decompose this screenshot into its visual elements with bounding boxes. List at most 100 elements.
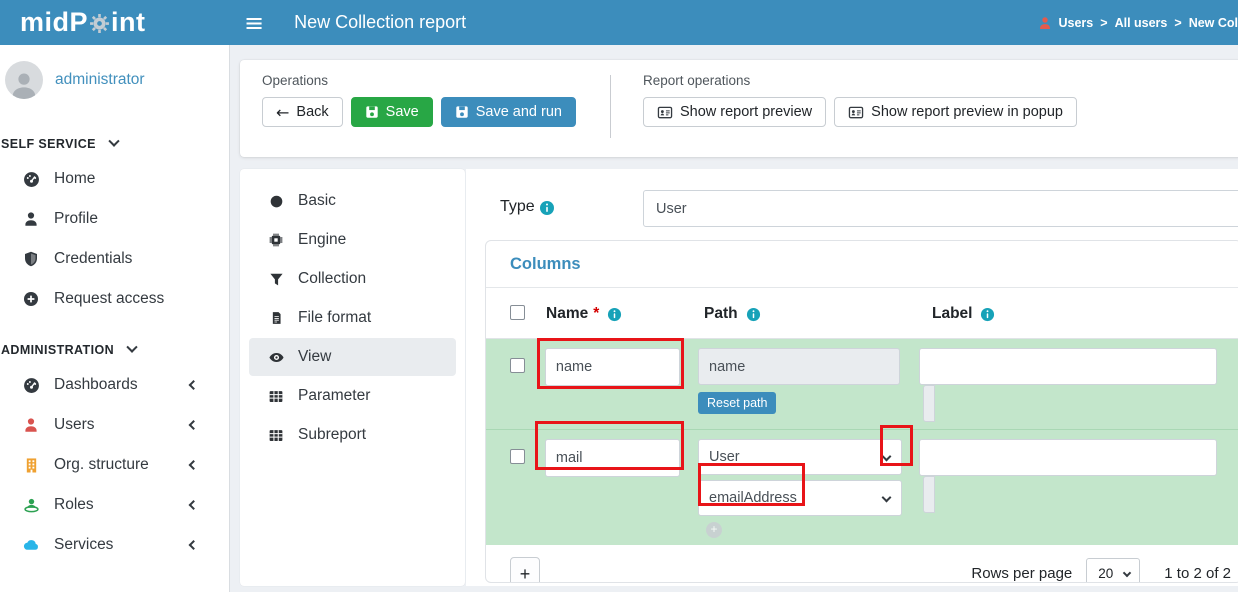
chevron-left-icon — [189, 540, 199, 550]
tab-label: View — [298, 348, 331, 366]
tab-label: Engine — [298, 231, 346, 249]
preview-card-icon — [657, 105, 673, 120]
select-all-checkbox[interactable] — [510, 305, 525, 320]
label-input[interactable] — [919, 348, 1217, 385]
nav-section-label: ADMINISTRATION — [1, 343, 114, 357]
clipped-cell — [923, 385, 935, 422]
rows-per-page-label: Rows per page — [971, 565, 1072, 582]
row-checkbox[interactable] — [510, 358, 525, 373]
nav-section-self-service[interactable]: SELF SERVICE — [0, 113, 229, 159]
rows-per-page-select[interactable]: 20 — [1086, 558, 1140, 583]
sidebar-item-label: Services — [54, 536, 113, 554]
breadcrumb-item-current: New Col — [1189, 16, 1238, 30]
breadcrumb-item-all-users[interactable]: All users — [1115, 16, 1168, 30]
eye-icon — [267, 350, 285, 365]
back-button-label: Back — [296, 104, 328, 120]
sidebar-item-label: Users — [54, 416, 94, 434]
label-input[interactable] — [919, 439, 1217, 476]
filter-icon — [267, 272, 285, 287]
sidebar-item-home[interactable]: Home — [0, 159, 229, 199]
tab-label: Basic — [298, 192, 336, 210]
info-icon[interactable] — [539, 200, 555, 216]
columns-card-header: Columns — [486, 241, 1238, 288]
column-header-name: Name* — [546, 305, 622, 323]
pagination-count: 1 to 2 of 2 — [1164, 565, 1231, 582]
avatar[interactable] — [5, 61, 43, 99]
preview-card-icon — [848, 105, 864, 120]
sidebar-item-services[interactable]: Services — [0, 525, 229, 565]
sidebar-item-org-structure[interactable]: Org. structure — [0, 445, 229, 485]
rows-per-page-value: 20 — [1098, 566, 1113, 581]
file-icon — [267, 310, 285, 326]
save-and-run-button[interactable]: Save and run — [441, 97, 576, 127]
name-input[interactable] — [545, 348, 680, 386]
user-icon — [1038, 16, 1052, 30]
show-report-preview-popup-button[interactable]: Show report preview in popup — [834, 97, 1077, 127]
report-tabs-panel: Basic Engine Collection File format View… — [240, 169, 465, 586]
breadcrumb-item-users[interactable]: Users — [1059, 16, 1094, 30]
info-icon[interactable] — [607, 307, 622, 322]
sidebar-item-dashboards[interactable]: Dashboards — [0, 365, 229, 405]
required-marker: * — [593, 305, 599, 323]
username-link[interactable]: administrator — [55, 71, 145, 89]
sidebar: administrator SELF SERVICE Home Profile … — [0, 45, 230, 592]
type-field-row: Type — [466, 190, 1238, 227]
show-report-preview-button[interactable]: Show report preview — [643, 97, 826, 127]
sidebar-item-request-access[interactable]: Request access — [0, 279, 229, 319]
save-button[interactable]: Save — [351, 97, 433, 127]
sidebar-item-label: Request access — [54, 290, 164, 308]
pagination: Rows per page 20 1 to 2 of 2 — [971, 558, 1231, 583]
tab-engine[interactable]: Engine — [249, 221, 456, 259]
info-icon[interactable] — [746, 307, 761, 322]
sidebar-item-label: Home — [54, 170, 95, 188]
tab-label: File format — [298, 309, 371, 327]
chevron-down-icon — [126, 342, 137, 353]
dashboard-icon — [21, 171, 41, 188]
show-report-preview-label: Show report preview — [680, 104, 812, 120]
add-column-button[interactable]: + — [510, 557, 540, 583]
row-checkbox[interactable] — [510, 449, 525, 464]
tab-label: Collection — [298, 270, 366, 288]
midpoint-logo[interactable]: midPint — [0, 7, 216, 38]
tab-collection[interactable]: Collection — [249, 260, 456, 298]
table-icon — [267, 389, 285, 404]
sidebar-item-roles[interactable]: Roles — [0, 485, 229, 525]
type-input[interactable] — [643, 190, 1238, 227]
sidebar-item-users[interactable]: Users — [0, 405, 229, 445]
chevron-left-icon — [189, 500, 199, 510]
operations-toolbar: Operations ←Back Save Save and run Repor… — [240, 60, 1238, 157]
path-type-select[interactable]: User — [698, 439, 902, 475]
table-row: Reset path — [486, 338, 1238, 429]
path-readonly-input — [698, 348, 900, 385]
add-path-segment-icon[interactable]: + — [706, 522, 722, 538]
hamburger-icon[interactable]: ≡ — [244, 11, 264, 35]
clipped-cell — [923, 476, 935, 513]
table-row: User emailAddress + — [486, 429, 1238, 545]
page-title: New Collection report — [294, 12, 466, 33]
columns-card: Columns Name* Path Label Reset path — [485, 240, 1238, 583]
path-item-select[interactable]: emailAddress — [698, 480, 902, 516]
sidebar-item-label: Credentials — [54, 250, 132, 268]
tab-subreport[interactable]: Subreport — [249, 416, 456, 454]
name-input[interactable] — [545, 439, 680, 477]
reset-path-button[interactable]: Reset path — [698, 392, 776, 414]
column-header-label: Label — [932, 305, 995, 323]
tab-parameter[interactable]: Parameter — [249, 377, 456, 415]
sidebar-item-profile[interactable]: Profile — [0, 199, 229, 239]
sidebar-item-credentials[interactable]: Credentials — [0, 239, 229, 279]
show-report-preview-popup-label: Show report preview in popup — [871, 104, 1063, 120]
logo-text-pre: midP — [20, 7, 88, 38]
tab-file-format[interactable]: File format — [249, 299, 456, 337]
sidebar-item-label: Roles — [54, 496, 94, 514]
tab-view[interactable]: View — [249, 338, 456, 376]
toolbar-divider — [610, 75, 611, 138]
report-operations-group: Report operations Show report preview Sh… — [643, 73, 1077, 144]
user-icon — [21, 211, 41, 227]
tab-basic[interactable]: Basic — [249, 182, 456, 220]
columns-title: Columns — [510, 255, 581, 273]
chevron-down-icon — [882, 452, 892, 462]
nav-section-administration[interactable]: ADMINISTRATION — [0, 319, 229, 365]
dashboard-icon — [21, 377, 41, 394]
info-icon[interactable] — [980, 307, 995, 322]
back-button[interactable]: ←Back — [262, 97, 343, 127]
